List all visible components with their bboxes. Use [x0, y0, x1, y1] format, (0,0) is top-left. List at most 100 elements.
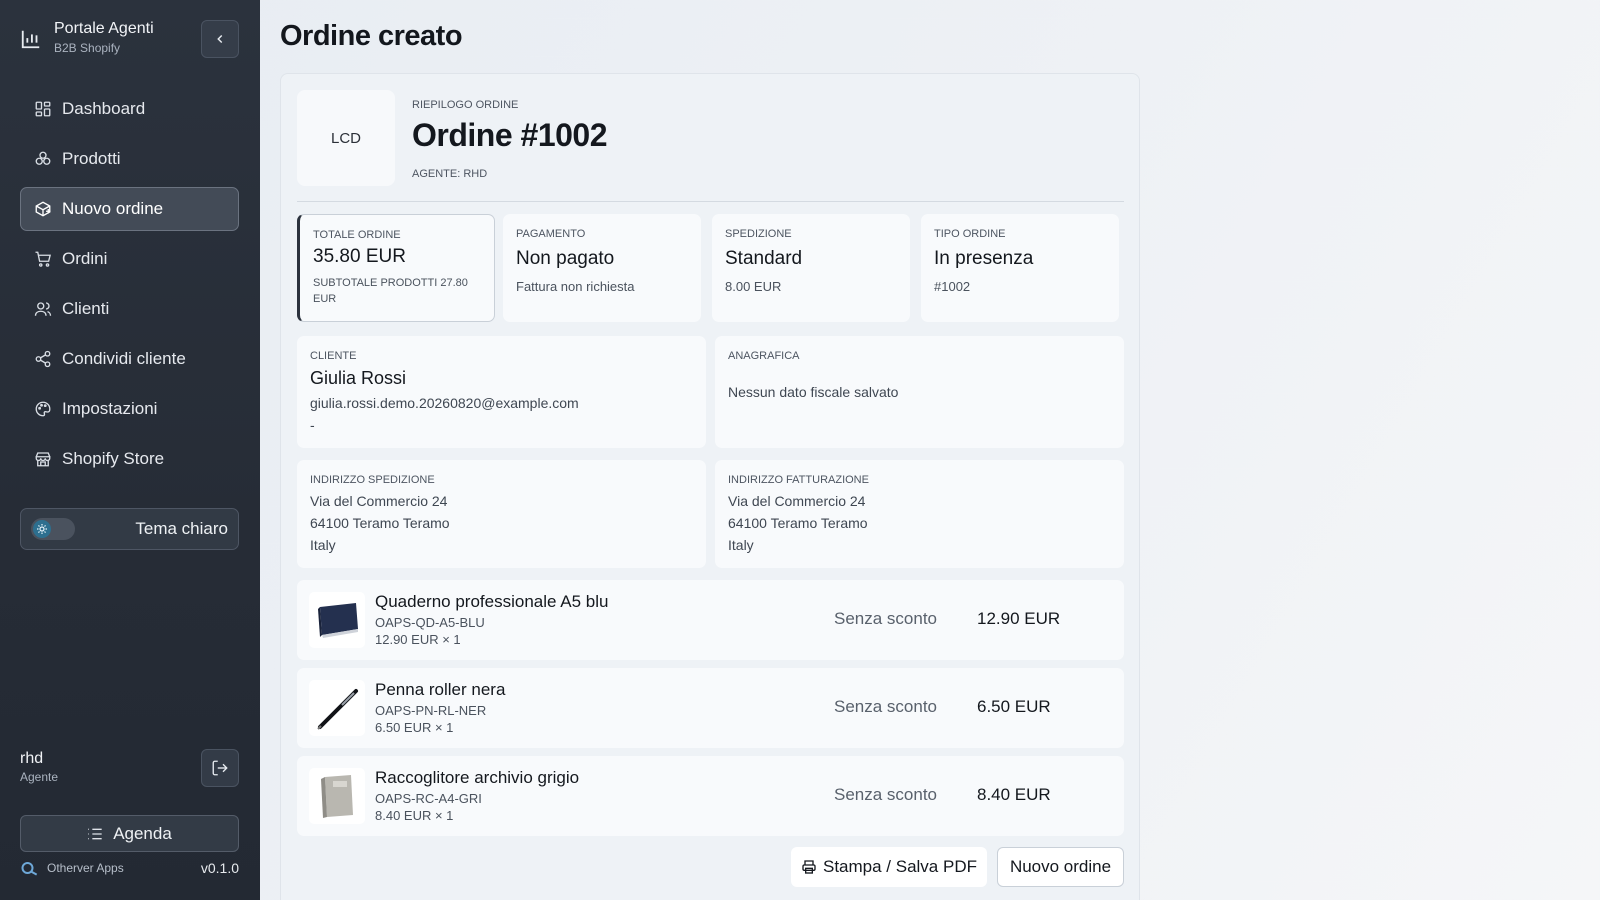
stat-label: TOTALE ORDINE — [313, 229, 401, 241]
customer-label: CLIENTE — [310, 350, 357, 362]
billing-address-line: 64100 Teramo Teramo — [728, 515, 868, 531]
shipping-address-label: INDIRIZZO SPEDIZIONE — [310, 474, 435, 486]
item-sku: OAPS-QD-A5-BLU — [375, 615, 485, 630]
bar-chart-icon — [21, 30, 40, 49]
theme-label: Tema chiaro — [135, 519, 228, 538]
item-qty: 8.40 EUR × 1 — [375, 808, 454, 823]
sidebar-item-label: Clienti — [62, 299, 110, 318]
agenda-button[interactable]: Agenda — [20, 815, 239, 852]
divider — [297, 201, 1124, 202]
order-card: LCD RIEPILOGO ORDINE Ordine #1002 AGENTE… — [280, 73, 1140, 900]
stat-label: TIPO ORDINE — [934, 228, 1006, 240]
billing-address-line: Italy — [728, 537, 754, 553]
theme-switch[interactable] — [31, 518, 75, 540]
sidebar-item-label: Nuovo ordine — [62, 199, 164, 218]
stat-shipping: SPEDIZIONE Standard 8.00 EUR — [712, 214, 910, 322]
print-pdf-button[interactable]: Stampa / Salva PDF — [791, 847, 987, 887]
sun-icon — [33, 520, 51, 538]
sidebar-item-settings[interactable]: Impostazioni — [20, 387, 239, 431]
chevron-left-icon — [217, 34, 223, 44]
logout-button[interactable] — [201, 749, 239, 787]
binder-thumbnail — [309, 768, 365, 824]
stat-sub: SUBTOTALE PRODOTTI 27.80 EUR — [313, 277, 468, 305]
stat-order-type: TIPO ORDINE In presenza #1002 — [921, 214, 1119, 322]
item-qty: 6.50 EUR × 1 — [375, 720, 454, 735]
collapse-sidebar-button[interactable] — [201, 20, 239, 58]
order-summary-label: RIEPILOGO ORDINE — [412, 99, 519, 111]
sidebar-item-label: Dashboard — [62, 99, 146, 118]
page-title: Ordine creato — [280, 20, 463, 52]
list-item: Penna roller nera OAPS-PN-RL-NER 6.50 EU… — [297, 668, 1124, 748]
stat-label: SPEDIZIONE — [725, 228, 792, 240]
registry-label: ANAGRAFICA — [728, 350, 800, 362]
products-icon — [35, 151, 51, 165]
version-label: v0.1.0 — [200, 860, 239, 876]
stat-value: Standard — [725, 248, 803, 269]
otherver-logo-icon — [21, 862, 38, 876]
new-order-label: Nuovo ordine — [1009, 857, 1112, 876]
customer-email: giulia.rossi.demo.20260820@example.com — [310, 395, 579, 411]
billing-address-label: INDIRIZZO FATTURAZIONE — [728, 474, 869, 486]
list-item: Raccoglitore archivio grigio OAPS-RC-A4-… — [297, 756, 1124, 836]
item-price: 8.40 EUR — [977, 785, 1051, 804]
stat-value: Non pagato — [516, 248, 615, 269]
dashboard-icon — [35, 101, 51, 117]
shipping-address-panel: INDIRIZZO SPEDIZIONE Via del Commercio 2… — [297, 460, 706, 568]
brand-title: Portale Agenti — [54, 20, 154, 37]
sidebar-nav: Dashboard Prodotti Nuovo ordine Ordini C… — [20, 87, 239, 487]
list-item: Quaderno professionale A5 blu OAPS-QD-A5… — [297, 580, 1124, 660]
logout-icon — [212, 760, 228, 776]
sidebar-item-share-customer[interactable]: Condividi cliente — [20, 337, 239, 381]
shipping-address-line: Via del Commercio 24 — [310, 493, 448, 509]
share-icon — [35, 350, 51, 368]
stat-value: 35.80 EUR — [313, 246, 406, 267]
sidebar-item-new-order[interactable]: Nuovo ordine — [20, 187, 239, 231]
user-role: Agente — [20, 770, 59, 784]
item-price: 6.50 EUR — [977, 697, 1051, 716]
sidebar-item-shopify-store[interactable]: Shopify Store — [20, 437, 239, 481]
brand-subtitle: B2B Shopify — [54, 41, 121, 55]
item-discount: Senza sconto — [834, 609, 938, 628]
stat-sub: 8.00 EUR — [725, 279, 782, 294]
stat-value: In presenza — [934, 248, 1034, 269]
billing-address-line: Via del Commercio 24 — [728, 493, 866, 509]
store-logo: LCD — [297, 90, 395, 186]
customer-name: Giulia Rossi — [310, 368, 407, 388]
palette-icon — [35, 401, 51, 417]
customer-panel: CLIENTE Giulia Rossi giulia.rossi.demo.2… — [297, 336, 706, 448]
cart-icon — [35, 251, 51, 267]
registry-panel: ANAGRAFICA Nessun dato fiscale salvato — [715, 336, 1124, 448]
footer-brand-label: Otherver Apps — [47, 861, 124, 875]
stat-order-total: TOTALE ORDINE 35.80 EUR SUBTOTALE PRODOT… — [297, 214, 495, 322]
shipping-address-line: Italy — [310, 537, 336, 553]
item-name: Raccoglitore archivio grigio — [375, 768, 580, 787]
sidebar-item-label: Impostazioni — [62, 399, 158, 418]
stat-sub: Fattura non richiesta — [516, 279, 635, 294]
print-pdf-label: Stampa / Salva PDF — [822, 857, 977, 876]
item-name: Quaderno professionale A5 blu — [375, 592, 609, 611]
stat-label: PAGAMENTO — [516, 228, 586, 240]
new-order-icon — [35, 201, 51, 217]
user-name: rhd — [20, 750, 44, 767]
printer-icon — [802, 860, 816, 874]
sidebar-item-label: Prodotti — [62, 149, 121, 168]
store-icon — [35, 452, 51, 467]
sidebar-item-products[interactable]: Prodotti — [20, 137, 239, 181]
theme-toggle[interactable]: Tema chiaro — [20, 508, 239, 550]
sidebar-item-customers[interactable]: Clienti — [20, 287, 239, 331]
list-icon — [88, 828, 102, 839]
order-agent: AGENTE: RHD — [412, 168, 488, 180]
item-sku: OAPS-PN-RL-NER — [375, 703, 487, 718]
agenda-label: Agenda — [113, 823, 172, 843]
sidebar-item-label: Ordini — [62, 249, 108, 268]
item-qty: 12.90 EUR × 1 — [375, 632, 461, 647]
sidebar-item-dashboard[interactable]: Dashboard — [20, 87, 239, 131]
pen-thumbnail — [309, 680, 365, 736]
sidebar: Portale Agenti B2B Shopify Dashboard Pro… — [0, 0, 260, 900]
sidebar-item-label: Condividi cliente — [62, 349, 186, 368]
stat-sub: #1002 — [934, 279, 971, 294]
item-name: Penna roller nera — [375, 680, 506, 699]
sidebar-item-orders[interactable]: Ordini — [20, 237, 239, 281]
new-order-button[interactable]: Nuovo ordine — [997, 847, 1124, 887]
notebook-thumbnail — [309, 592, 365, 648]
